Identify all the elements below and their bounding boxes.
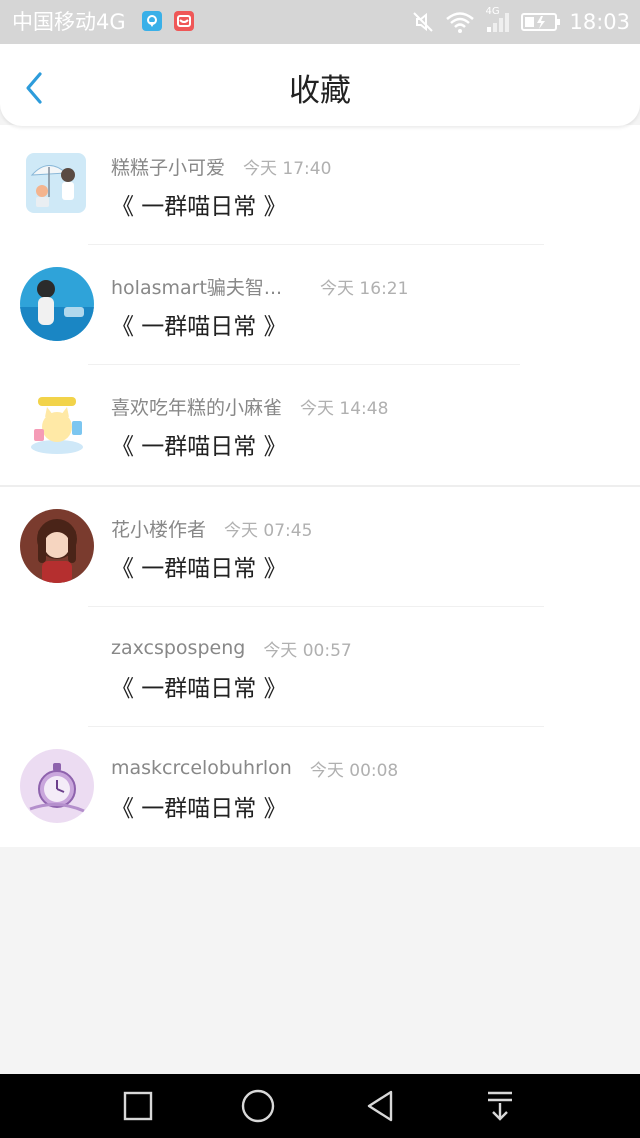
timestamp: 今天 16:21 — [320, 278, 409, 299]
book-title[interactable]: 《 一群喵日常 》 — [111, 669, 287, 703]
username[interactable]: 糕糕子小可爱 — [111, 153, 225, 180]
book-title[interactable]: 《 一群喵日常 》 — [111, 427, 287, 461]
item-meta: maskcrcelobuhrlon 今天 00:08 — [111, 755, 398, 781]
username[interactable]: 花小楼作者 — [111, 515, 206, 542]
recent-apps-icon — [123, 1091, 153, 1121]
timestamp: 今天 00:57 — [263, 640, 352, 661]
battery-icon — [521, 11, 561, 33]
navigation-bar — [0, 1074, 640, 1138]
recent-apps-button[interactable] — [118, 1088, 158, 1124]
back-icon — [367, 1090, 393, 1122]
book-title[interactable]: 《 一群喵日常 》 — [111, 307, 287, 341]
notification-pull-icon — [488, 1091, 512, 1121]
item-meta: 喜欢吃年糕的小麻雀 今天 14:48 — [111, 393, 388, 419]
favorites-group: 花小楼作者 今天 07:45 《 一群喵日常 》 zaxcspospeng 今天… — [0, 485, 640, 847]
book-title[interactable]: 《 一群喵日常 》 — [111, 187, 287, 221]
avatar[interactable] — [20, 749, 94, 823]
home-icon — [241, 1089, 275, 1123]
page-title: 收藏 — [289, 73, 351, 109]
chevron-left-icon — [26, 72, 42, 104]
list-item[interactable]: 喜欢吃年糕的小麻雀 今天 14:48 《 一群喵日常 》 — [0, 365, 640, 485]
favorites-list: 糕糕子小可爱 今天 17:40 《 一群喵日常 》 holasmart骗夫智..… — [0, 125, 640, 847]
avatar[interactable] — [26, 153, 86, 213]
timestamp: 今天 17:40 — [243, 158, 332, 179]
mute-icon — [411, 10, 435, 34]
item-meta: 花小楼作者 今天 07:45 — [111, 515, 312, 541]
username[interactable]: 喜欢吃年糕的小麻雀 — [111, 393, 282, 420]
network-badge: 4G — [485, 6, 500, 17]
timestamp: 今天 07:45 — [224, 520, 313, 541]
timestamp: 今天 00:08 — [309, 760, 399, 781]
item-meta: zaxcspospeng 今天 00:57 — [111, 635, 352, 661]
back-nav-button[interactable] — [360, 1088, 400, 1124]
item-meta: 糕糕子小可爱 今天 17:40 — [111, 153, 331, 179]
favorites-group: 糕糕子小可爱 今天 17:40 《 一群喵日常 》 holasmart骗夫智..… — [0, 125, 640, 485]
list-item[interactable]: zaxcspospeng 今天 00:57 《 一群喵日常 》 — [0, 607, 640, 727]
username[interactable]: zaxcspospeng — [111, 637, 245, 659]
book-title[interactable]: 《 一群喵日常 》 — [111, 789, 287, 823]
avatar[interactable] — [20, 509, 94, 583]
avatar[interactable] — [20, 387, 94, 461]
list-item[interactable]: holasmart骗夫智... 今天 16:21 《 一群喵日常 》 — [0, 245, 640, 365]
header: 收藏 — [0, 44, 640, 126]
list-item[interactable]: maskcrcelobuhrlon 今天 00:08 《 一群喵日常 》 — [0, 727, 640, 847]
list-item[interactable]: 花小楼作者 今天 07:45 《 一群喵日常 》 — [0, 487, 640, 607]
signal-icon: 4G — [485, 6, 511, 34]
location-icon — [142, 11, 162, 31]
item-meta: holasmart骗夫智... 今天 16:21 — [111, 273, 408, 299]
notification-pull-button[interactable] — [480, 1088, 520, 1124]
username[interactable]: holasmart骗夫智... — [111, 273, 282, 300]
avatar[interactable] — [20, 267, 94, 341]
carrier-label: 中国移动4G — [12, 10, 126, 34]
home-button[interactable] — [238, 1088, 278, 1124]
list-item[interactable]: 糕糕子小可爱 今天 17:40 《 一群喵日常 》 — [0, 125, 640, 245]
status-indicators: 4G 18:03 — [401, 6, 630, 38]
username[interactable]: maskcrcelobuhrlon — [111, 757, 292, 779]
book-title[interactable]: 《 一群喵日常 》 — [111, 549, 287, 583]
back-button[interactable] — [16, 70, 52, 106]
timestamp: 今天 14:48 — [300, 398, 389, 419]
mail-icon — [174, 11, 194, 31]
status-bar: 中国移动4G 4G 18:03 — [0, 0, 640, 44]
clock: 18:03 — [569, 10, 630, 34]
wifi-icon — [445, 10, 475, 34]
